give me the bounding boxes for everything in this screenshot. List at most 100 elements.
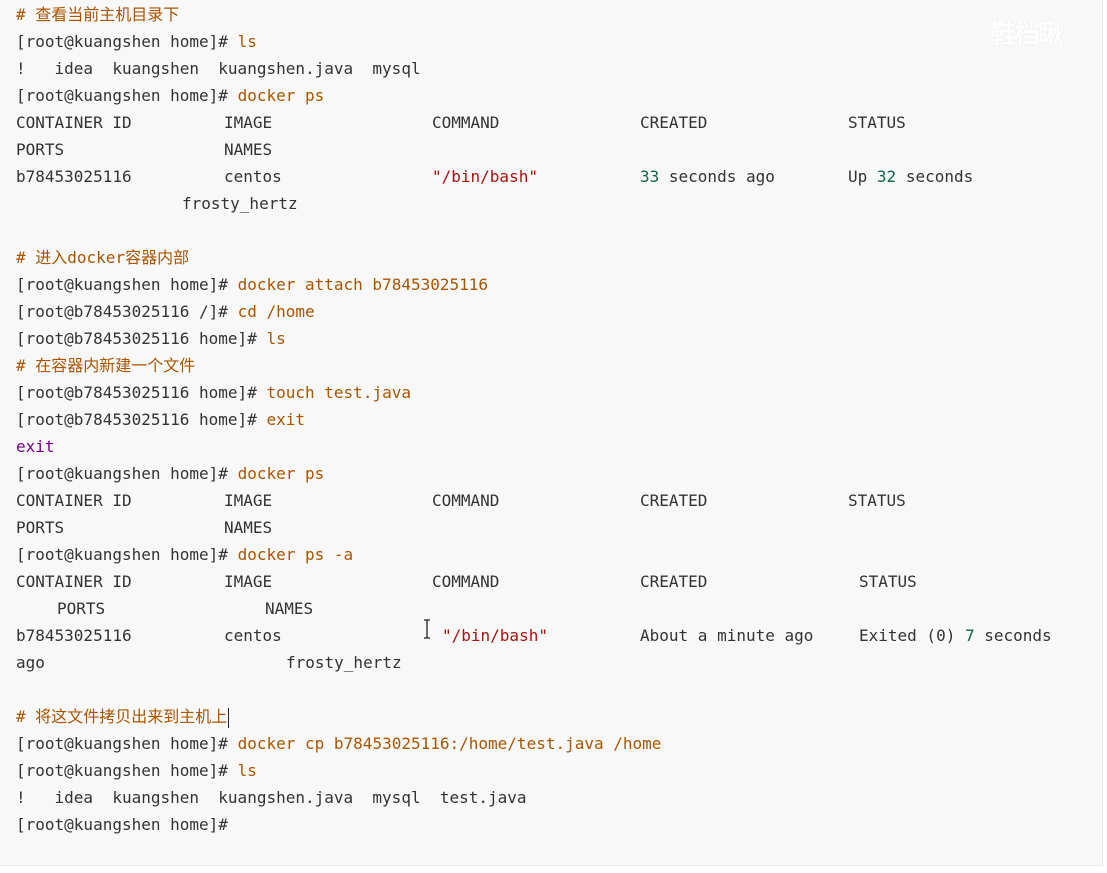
- header-names: NAMES: [224, 518, 273, 537]
- output-line: exit: [16, 433, 1102, 460]
- command-line: [root@kuangshen home]# ls: [16, 757, 1102, 784]
- header-status: STATUS: [848, 491, 906, 510]
- status-number: 7: [964, 626, 975, 645]
- command-arg-src: b78453025116:/home/test.java: [333, 734, 604, 753]
- command-text: docker ps: [237, 464, 325, 483]
- status-suffix: seconds: [984, 626, 1052, 645]
- cell-container-id: b78453025116: [16, 167, 132, 186]
- ps-data-row-wrap: ago frosty_hertz: [16, 649, 1102, 676]
- comment-line: # 查看当前主机目录下: [16, 1, 1102, 28]
- prompt: [root@kuangshen home]#: [16, 815, 228, 834]
- header-created: CREATED: [640, 572, 708, 591]
- prompt: [root@kuangshen home]#: [16, 734, 228, 753]
- status-suffix: seconds: [905, 167, 974, 186]
- header-status: STATUS: [848, 113, 906, 132]
- exit-echo: exit: [16, 437, 55, 456]
- status-prefix: Up: [848, 167, 868, 186]
- cell-created: About a minute ago: [640, 626, 814, 645]
- header-names: NAMES: [265, 599, 314, 618]
- ps-header-row: CONTAINER ID IMAGE COMMAND CREATED STATU…: [16, 568, 1102, 595]
- command-text: touch: [266, 383, 315, 402]
- prompt: [root@kuangshen home]#: [16, 32, 228, 51]
- command-line: [root@b78453025116 /]# cd /home: [16, 298, 1102, 325]
- cell-status: Up 32 seconds: [848, 163, 973, 190]
- terminal-transcript: # 查看当前主机目录下 [root@kuangshen home]# ls ! …: [16, 1, 1102, 838]
- ps-data-row: b78453025116 centos "/bin/bash" About a …: [16, 622, 1102, 649]
- prompt: [root@b78453025116 home]#: [16, 410, 257, 429]
- header-command: COMMAND: [432, 572, 500, 591]
- prompt: [root@kuangshen home]#: [16, 545, 228, 564]
- prompt: [root@kuangshen home]#: [16, 86, 228, 105]
- prompt: [root@kuangshen home]#: [16, 761, 228, 780]
- ps-data-row-wrap: frosty_hertz: [16, 190, 1102, 217]
- text-cursor-ibeam-icon: [424, 619, 430, 639]
- command-text: ls: [266, 329, 286, 348]
- comment-text: # 进入docker容器内部: [16, 248, 190, 267]
- ps-data-row: b78453025116 centos "/bin/bash" 33 secon…: [16, 163, 1102, 190]
- command-text: ls: [237, 32, 257, 51]
- header-created: CREATED: [640, 491, 708, 510]
- comment-line: # 进入docker容器内部: [16, 244, 1102, 271]
- prompt: [root@b78453025116 home]#: [16, 383, 257, 402]
- cell-container-id: b78453025116: [16, 626, 132, 645]
- command-arg: test.java: [324, 383, 411, 402]
- command-arg-dst: /home: [613, 734, 662, 753]
- header-container-id: CONTAINER ID: [16, 113, 132, 132]
- cell-names: frosty_hertz: [286, 653, 402, 672]
- header-ports: PORTS: [16, 518, 65, 537]
- comment-line: # 在容器内新建一个文件: [16, 352, 1102, 379]
- cell-created: 33 seconds ago: [640, 167, 775, 186]
- header-command: COMMAND: [432, 113, 500, 132]
- command-text: docker attach b78453025116: [237, 275, 489, 294]
- header-ports: PORTS: [57, 599, 106, 618]
- command-line: [root@b78453025116 home]# exit: [16, 406, 1102, 433]
- comment-line: # 将这文件拷贝出来到主机上: [16, 703, 1102, 730]
- cell-status: Exited (0) 7 seconds: [859, 622, 1052, 649]
- comment-text: # 将这文件拷贝出来到主机上: [16, 707, 228, 726]
- cell-image: centos: [224, 626, 282, 645]
- prompt: [root@kuangshen home]#: [16, 275, 228, 294]
- header-image: IMAGE: [224, 491, 273, 510]
- header-image: IMAGE: [224, 572, 273, 591]
- header-command: COMMAND: [432, 491, 500, 510]
- cell-created-wrap: ago: [16, 653, 45, 672]
- header-created: CREATED: [640, 113, 708, 132]
- comment-text: # 查看当前主机目录下: [16, 5, 180, 24]
- output-line: ! idea kuangshen kuangshen.java mysql: [16, 55, 1102, 82]
- command-text: docker ps: [237, 545, 325, 564]
- comment-text: # 在容器内新建一个文件: [16, 356, 196, 375]
- cell-command: "/bin/bash": [432, 167, 538, 186]
- prompt: [root@b78453025116 /]#: [16, 302, 228, 321]
- command-text: exit: [266, 410, 305, 429]
- command-text: cd /home: [237, 302, 315, 321]
- cell-image: centos: [224, 167, 282, 186]
- command-line: [root@b78453025116 home]# touch test.jav…: [16, 379, 1102, 406]
- command-line: [root@kuangshen home]# docker ps: [16, 460, 1102, 487]
- command-line: [root@kuangshen home]# docker cp b784530…: [16, 730, 1102, 757]
- ps-header-row-wrap: PORTS NAMES: [16, 595, 1102, 622]
- cell-names: frosty_hertz: [182, 194, 298, 213]
- cell-command: "/bin/bash": [442, 626, 548, 645]
- command-line: [root@b78453025116 home]# ls: [16, 325, 1102, 352]
- command-line: [root@kuangshen home]# docker attach b78…: [16, 271, 1102, 298]
- header-image: IMAGE: [224, 113, 273, 132]
- text-caret: [228, 707, 230, 728]
- command-text: docker cp: [237, 734, 325, 753]
- command-flag: -a: [333, 545, 354, 564]
- code-block: # 查看当前主机目录下 [root@kuangshen home]# ls ! …: [0, 0, 1103, 866]
- ps-header-row-wrap: PORTS NAMES: [16, 136, 1102, 163]
- header-names: NAMES: [224, 140, 273, 159]
- ls-output: ! idea kuangshen kuangshen.java mysql te…: [16, 788, 527, 807]
- header-container-id: CONTAINER ID: [16, 572, 132, 591]
- command-text: docker ps: [237, 86, 325, 105]
- watermark-logo: 鞋档瞅: [990, 20, 1064, 50]
- command-line: [root@kuangshen home]# ls: [16, 28, 1102, 55]
- ls-output: ! idea kuangshen kuangshen.java mysql: [16, 59, 421, 78]
- prompt: [root@kuangshen home]#: [16, 464, 228, 483]
- output-line: ! idea kuangshen kuangshen.java mysql te…: [16, 784, 1102, 811]
- prompt: [root@b78453025116 home]#: [16, 329, 257, 348]
- ps-header-row: CONTAINER ID IMAGE COMMAND CREATED STATU…: [16, 109, 1102, 136]
- command-line: [root@kuangshen home]# docker ps -a: [16, 541, 1102, 568]
